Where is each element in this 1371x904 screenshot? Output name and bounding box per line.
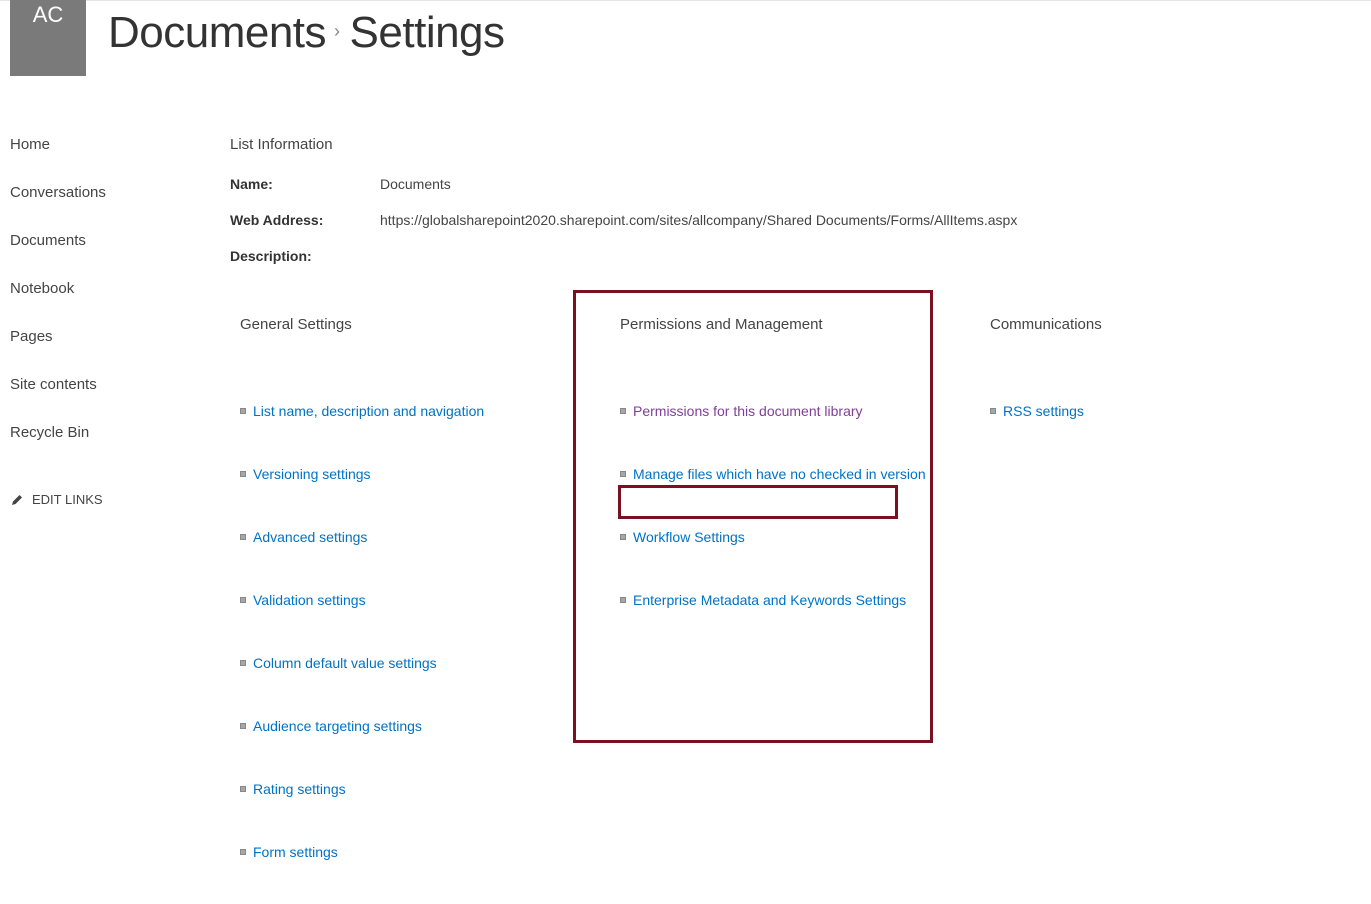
- breadcrumb-documents[interactable]: Documents: [108, 8, 327, 57]
- name-row: Name: Documents: [230, 176, 451, 192]
- page-title: Documents › Settings: [108, 8, 505, 58]
- general-settings-heading: General Settings: [240, 316, 352, 333]
- form-settings-link[interactable]: Form settings: [253, 844, 338, 860]
- list-item: Advanced settings: [240, 526, 484, 548]
- list-item: Versioning settings: [240, 463, 484, 485]
- list-information-title: List Information: [230, 136, 333, 153]
- list-item: Audience targeting settings: [240, 715, 484, 737]
- nav-item-documents[interactable]: Documents: [10, 232, 106, 256]
- web-address-value: https://globalsharepoint2020.sharepoint.…: [380, 212, 1018, 228]
- communications-heading: Communications: [990, 316, 1102, 333]
- versioning-settings-link[interactable]: Versioning settings: [253, 466, 371, 482]
- list-item: Form settings: [240, 841, 484, 863]
- breadcrumb-settings: Settings: [349, 8, 505, 57]
- bullet-icon: [240, 660, 246, 666]
- advanced-settings-link[interactable]: Advanced settings: [253, 529, 367, 545]
- description-label: Description:: [230, 248, 312, 264]
- edit-links-label: EDIT LINKS: [32, 492, 103, 507]
- site-logo-text: AC: [32, 2, 64, 27]
- list-item: Validation settings: [240, 589, 484, 611]
- site-logo[interactable]: AC: [10, 0, 86, 76]
- bullet-icon: [240, 597, 246, 603]
- nav-item-conversations[interactable]: Conversations: [10, 184, 106, 208]
- column-default-value-settings-link[interactable]: Column default value settings: [253, 655, 437, 671]
- breadcrumb-separator-icon: ›: [334, 20, 340, 41]
- edit-links-button[interactable]: EDIT LINKS: [10, 492, 103, 507]
- general-settings-links: List name, description and navigation Ve…: [240, 400, 484, 904]
- list-item: List name, description and navigation: [240, 400, 484, 422]
- communications-links: RSS settings: [990, 400, 1084, 463]
- description-row: Description:: [230, 248, 380, 264]
- nav-item-home[interactable]: Home: [10, 136, 106, 160]
- web-address-label: Web Address:: [230, 212, 324, 228]
- name-value: Documents: [380, 176, 451, 192]
- list-item: Rating settings: [240, 778, 484, 800]
- nav-item-site-contents[interactable]: Site contents: [10, 376, 106, 400]
- nav-item-pages[interactable]: Pages: [10, 328, 106, 352]
- rating-settings-link[interactable]: Rating settings: [253, 781, 346, 797]
- bullet-icon: [240, 786, 246, 792]
- bullet-icon: [990, 408, 996, 414]
- list-item: Column default value settings: [240, 652, 484, 674]
- top-divider: [0, 0, 1371, 1]
- name-label: Name:: [230, 176, 273, 192]
- bullet-icon: [240, 723, 246, 729]
- list-item: RSS settings: [990, 400, 1084, 422]
- bullet-icon: [240, 534, 246, 540]
- audience-targeting-settings-link[interactable]: Audience targeting settings: [253, 718, 422, 734]
- bullet-icon: [240, 408, 246, 414]
- pencil-icon: [12, 494, 22, 505]
- highlight-annotation-empty-slot: [618, 485, 898, 519]
- validation-settings-link[interactable]: Validation settings: [253, 592, 366, 608]
- bullet-icon: [240, 849, 246, 855]
- nav-item-recycle-bin[interactable]: Recycle Bin: [10, 424, 106, 448]
- quick-launch-nav: Home Conversations Documents Notebook Pa…: [10, 136, 106, 472]
- nav-item-notebook[interactable]: Notebook: [10, 280, 106, 304]
- list-name-description-navigation-link[interactable]: List name, description and navigation: [253, 403, 484, 419]
- bullet-icon: [240, 471, 246, 477]
- web-address-row: Web Address: https://globalsharepoint2020…: [230, 212, 1017, 228]
- rss-settings-link[interactable]: RSS settings: [1003, 403, 1084, 419]
